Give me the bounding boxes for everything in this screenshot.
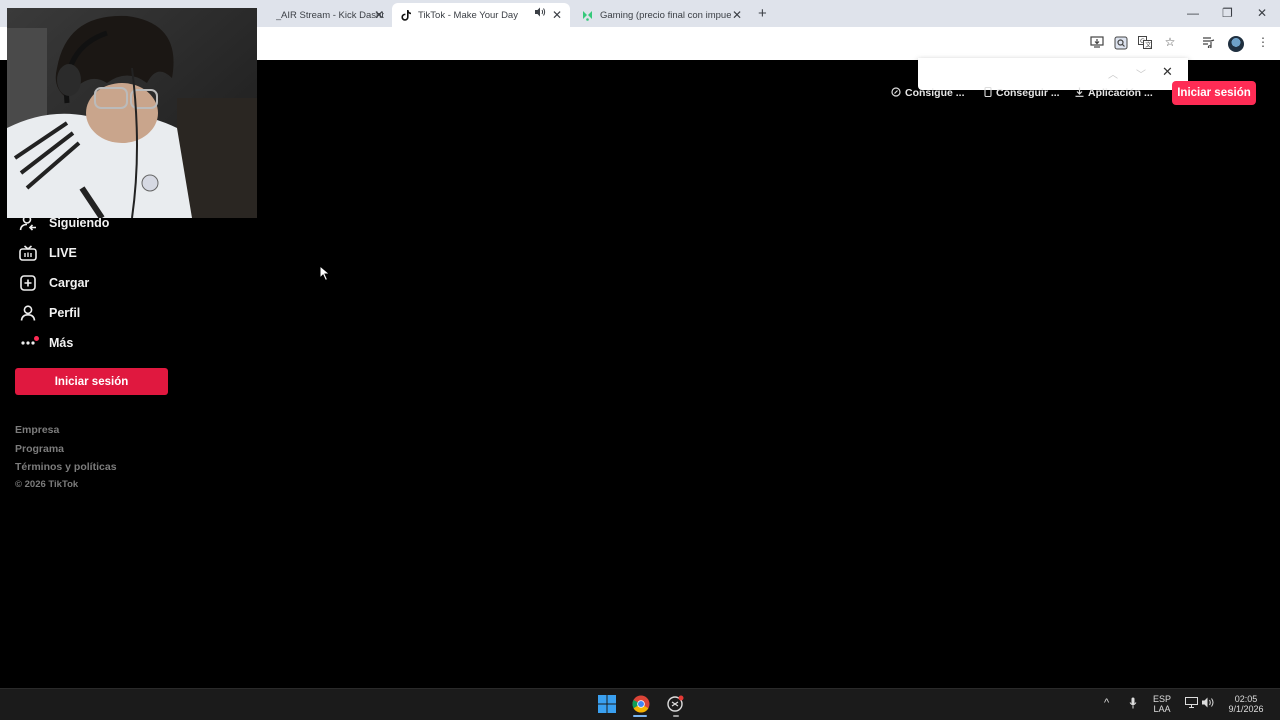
speaker-icon[interactable] [535,7,546,20]
desktop-app-button[interactable]: Aplicación ... [1075,86,1153,100]
footer-link-empresa[interactable]: Empresa [15,424,59,436]
get-app-label: Conseguir ... [996,87,1060,99]
language-code: ESP [1152,694,1171,704]
tab-title: _AIR Stream - Kick Dashb [275,9,384,21]
keyboard-language[interactable]: ESP LAA [1150,694,1174,714]
tab-kick-dashboard[interactable]: _AIR Stream - Kick Dashb ✕ [250,3,392,27]
find-next-icon[interactable]: ﹀ [1136,66,1146,81]
windows-start-icon[interactable] [598,695,616,718]
volume-icon[interactable] [1202,697,1216,711]
clock[interactable]: 02:05 9/1/2026 [1224,694,1268,714]
find-close-icon[interactable]: ✕ [1162,64,1173,80]
sidebar-item-label: Más [49,336,74,350]
desktop-app-label: Aplicación ... [1088,87,1153,99]
sidebar-item-label: Siguiendo [49,216,110,230]
close-icon[interactable]: ✕ [732,8,742,22]
footer-link-terminos[interactable]: Términos y políticas [15,461,117,473]
get-coins-label: Consigue ... [905,87,965,99]
profile-avatar-icon[interactable] [1228,36,1244,52]
language-layout: LAA [1153,704,1171,714]
restore-icon[interactable]: ❐ [1222,6,1233,20]
install-app-icon[interactable] [1089,36,1105,51]
tab-title: TikTok - Make Your Day [418,9,518,21]
get-coins-button[interactable]: Consigue ... [891,86,965,100]
sidebar-item-live[interactable]: LIVE [18,242,77,264]
new-tab-button[interactable]: + [758,5,767,22]
webcam-overlay [7,8,257,218]
kick-icon [258,10,269,21]
login-button-top[interactable]: Iniciar sesión [1172,81,1256,105]
more-icon [18,334,39,352]
device-icon [984,86,992,100]
sidebar-item-perfil[interactable]: Perfil [18,302,80,324]
close-icon[interactable]: ✕ [374,8,384,22]
media-control-icon[interactable] [1200,36,1216,51]
tray-overflow-icon[interactable]: ^ [1104,697,1109,709]
tab-title: Gaming (precio final con impue [600,9,732,21]
bookmark-star-icon[interactable]: ☆ [1162,35,1178,49]
notification-dot [34,336,39,341]
coin-icon [891,86,901,100]
login-button-sidebar[interactable]: Iniciar sesión [15,368,168,395]
find-in-page-icon[interactable] [1113,36,1129,53]
network-icon[interactable] [1185,697,1198,711]
tab-gaming[interactable]: Gaming (precio final con impue ✕ [574,3,750,27]
sidebar-item-mas[interactable]: Más [18,332,73,354]
clock-time: 02:05 [1234,694,1258,704]
microphone-icon[interactable] [1129,697,1137,712]
shop-icon [582,10,593,21]
active-app-indicator [633,715,647,717]
close-icon[interactable]: ✕ [552,8,562,22]
live-icon [18,244,38,262]
get-app-device-button[interactable]: Conseguir ... [984,86,1060,100]
sidebar-item-cargar[interactable]: Cargar [18,272,89,294]
sidebar-item-label: Perfil [49,306,81,320]
download-icon [1075,87,1084,100]
menu-kebab-icon[interactable]: ⋮ [1255,35,1271,49]
sidebar-item-label: Cargar [49,276,90,290]
running-app-indicator [673,715,679,717]
profile-icon [18,304,38,322]
translate-icon[interactable]: G文 [1137,36,1153,52]
svg-text:文: 文 [1145,41,1151,49]
tab-tiktok[interactable]: TikTok - Make Your Day ✕ [392,3,570,27]
clock-date: 9/1/2026 [1228,704,1264,714]
sidebar-item-label: LIVE [49,246,77,260]
minimize-icon[interactable]: — [1187,6,1199,20]
tiktok-icon [400,9,411,21]
mouse-cursor-icon [319,265,331,282]
upload-icon [18,274,38,292]
find-previous-icon[interactable]: ︿ [1108,66,1118,81]
footer-link-programa[interactable]: Programa [15,443,64,455]
copyright-text: © 2026 TikTok [15,479,79,490]
window-close-icon[interactable]: ✕ [1257,6,1267,20]
